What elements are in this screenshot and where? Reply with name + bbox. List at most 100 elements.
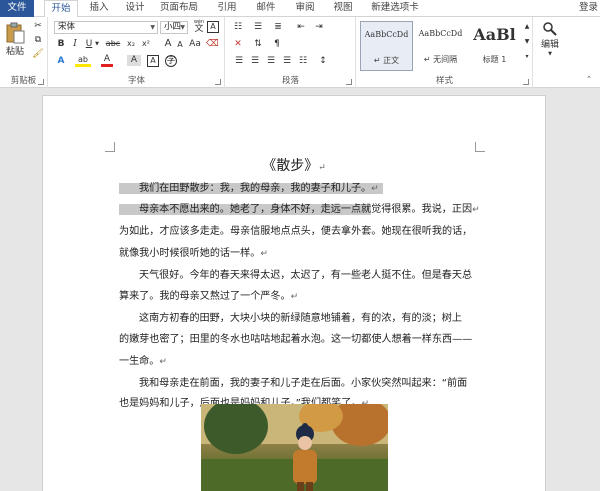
decrease-indent-icon[interactable]: ⇤ xyxy=(294,21,308,33)
margin-corner-top-left xyxy=(105,142,115,152)
subscript-button[interactable]: x₂ xyxy=(125,38,137,50)
superscript-button[interactable]: x² xyxy=(140,38,152,50)
tab-insert[interactable]: 插入 xyxy=(84,0,114,17)
line-text: 的嫩芽也密了；田里的冬水也咕咕地起着水泡。这一切都使人想着一样东西—— xyxy=(119,334,473,345)
font-launcher[interactable] xyxy=(215,79,221,85)
line-text: 为如此，才应该多走走。母亲信服地点点头，便去拿外套。她现在很听我的话， xyxy=(119,226,473,237)
text-line[interactable]: 这南方初春的田野，大块小块的新绿随意地铺着，有的浓，有的淡；树上 xyxy=(119,311,462,326)
increase-indent-icon[interactable]: ⇥ xyxy=(312,21,326,33)
document-area[interactable]: 《散步》↵ 我们在田野散步：我，我的母亲，我的妻子和儿子。↵ 母亲本不愿出来的。… xyxy=(0,89,600,491)
gallery-up-icon[interactable]: ▲ xyxy=(523,21,531,33)
style-name: ↵ 无间隔 xyxy=(423,55,458,64)
tab-new[interactable]: 新建选项卡 xyxy=(366,0,424,17)
char-border-button[interactable]: A xyxy=(147,55,159,67)
clipboard-launcher[interactable] xyxy=(38,79,44,85)
paste-label: 粘贴 xyxy=(5,47,24,57)
clear-formatting-icon[interactable]: ⌫ xyxy=(206,38,219,50)
document-title[interactable]: 《散步》↵ xyxy=(43,155,545,175)
login-link[interactable]: 登录 xyxy=(579,0,598,16)
ribbon: 粘贴 ✂ ⧉ 🖌 剪贴板 宋体 ▼ 小四 ▼ wén 文 A B I U ▼ abc … xyxy=(0,17,600,88)
show-marks-icon[interactable]: ¶ xyxy=(270,38,284,50)
text-line[interactable]: 为如此，才应该多走走。母亲信服地点点头，便去拿外套。她现在很听我的话， xyxy=(119,224,472,239)
sort-icon[interactable]: ⇅ xyxy=(250,38,266,50)
font-color-button[interactable]: A xyxy=(101,55,113,67)
enclose-char-button[interactable]: 字 xyxy=(165,55,177,67)
line-text: 算来了。我的母亲又熬过了一个严冬。 xyxy=(119,291,291,302)
text-line[interactable]: 我和母亲走在前面，我的妻子和儿子走在后面。小家伙突然叫起来：“前面 xyxy=(119,376,467,391)
text-line[interactable]: 一生命。↵ xyxy=(119,354,167,369)
text-line[interactable]: 就像我小时候很听她的话一样。↵ xyxy=(119,246,268,261)
style-no-spacing[interactable]: AaBbCcDd ↵ 无间隔 xyxy=(414,21,467,71)
style-preview: AaBl xyxy=(473,25,516,44)
highlight-button[interactable]: ab xyxy=(75,55,91,67)
font-name-select[interactable]: 宋体 ▼ xyxy=(54,21,158,34)
document-title-text: 《散步》 xyxy=(262,158,319,174)
collapse-ribbon-icon[interactable]: ⌃ xyxy=(584,73,594,85)
tab-review[interactable]: 审阅 xyxy=(290,0,320,17)
editing-label: 编辑 xyxy=(540,40,559,50)
italic-button[interactable]: I xyxy=(70,38,80,50)
distributed-icon[interactable]: ☷ xyxy=(296,55,310,67)
paragraph-group-label: 段落 xyxy=(281,76,299,86)
gallery-more-icon[interactable]: ▾ xyxy=(523,51,531,63)
paragraph-mark: ↵ xyxy=(159,357,167,367)
selected-text: 母亲本不愿出来的。她老了，身体不好，走远一点就 xyxy=(119,204,372,215)
char-shading-button[interactable]: A xyxy=(127,55,141,66)
style-preview: AaBbCcDd xyxy=(364,30,409,39)
cut-icon[interactable]: ✂ xyxy=(32,20,44,32)
align-right-icon[interactable]: ☰ xyxy=(264,55,278,67)
bullets-icon[interactable]: ☷ xyxy=(230,21,246,33)
document-photo[interactable] xyxy=(201,404,388,491)
align-left-icon[interactable]: ☰ xyxy=(232,55,246,67)
text-line[interactable]: 算来了。我的母亲又熬过了一个严冬。↵ xyxy=(119,289,298,304)
style-heading-1[interactable]: AaBl 标题 1 xyxy=(468,21,521,71)
font-size-select[interactable]: 小四 ▼ xyxy=(160,21,188,34)
editing-button[interactable]: 编辑 ▼ xyxy=(536,21,564,57)
style-name: ↵ 正文 xyxy=(373,56,400,65)
text-effects-button[interactable]: A xyxy=(55,55,67,67)
tab-references[interactable]: 引用 xyxy=(212,0,242,17)
margin-corner-top-right xyxy=(475,142,485,152)
line-text: 天气很好。今年的春天来得太迟，太迟了，有一些老人挺不住。但是春天总 xyxy=(139,270,473,281)
find-icon xyxy=(543,22,557,36)
tab-layout[interactable]: 页面布局 xyxy=(155,0,203,17)
bold-button[interactable]: B xyxy=(56,38,66,50)
tab-home[interactable]: 开始 xyxy=(44,0,78,18)
paste-icon xyxy=(6,22,25,44)
grow-font-button[interactable]: A xyxy=(162,38,174,50)
justify-icon[interactable]: ☰ xyxy=(280,55,294,67)
tab-view[interactable]: 视图 xyxy=(328,0,358,17)
tab-design[interactable]: 设计 xyxy=(120,0,150,17)
text-line[interactable]: 我们在田野散步：我，我的母亲，我的妻子和儿子。↵ xyxy=(119,181,383,196)
format-painter-icon[interactable]: 🖌 xyxy=(32,48,44,60)
styles-group: AaBbCcDd ↵ 正文 AaBbCcDd ↵ 无间隔 AaBl 标题 1 ▲… xyxy=(357,17,533,88)
phonetic-guide-button[interactable]: wén 文 xyxy=(192,20,206,34)
shrink-font-button[interactable]: A xyxy=(175,39,185,51)
multilevel-list-icon[interactable]: ≣ xyxy=(270,21,286,33)
text-line[interactable]: 的嫩芽也密了；田里的冬水也咕咕地起着水泡。这一切都使人想着一样东西—— xyxy=(119,332,472,347)
change-case-button[interactable]: Aa xyxy=(187,38,203,50)
document-page[interactable]: 《散步》↵ 我们在田野散步：我，我的母亲，我的妻子和儿子。↵ 母亲本不愿出来的。… xyxy=(42,95,546,491)
gallery-down-icon[interactable]: ▼ xyxy=(523,36,531,48)
styles-launcher[interactable] xyxy=(523,79,529,85)
numbering-icon[interactable]: ☰ xyxy=(250,21,266,33)
photo-child-in-park xyxy=(201,404,388,491)
paste-button[interactable]: 粘贴 xyxy=(4,21,26,61)
line-spacing-icon[interactable]: ↕ xyxy=(316,55,330,67)
font-size-value: 小四 xyxy=(164,22,182,32)
chinese-layout-icon[interactable]: ✕ xyxy=(230,38,246,50)
tab-file[interactable]: 文件 xyxy=(0,0,34,17)
text-line[interactable]: 天气很好。今年的春天来得太迟，太迟了，有一些老人挺不住。但是春天总 xyxy=(119,268,472,283)
tab-mailings[interactable]: 邮件 xyxy=(251,0,281,17)
enclose-characters-button[interactable]: A xyxy=(207,21,219,33)
underline-button[interactable]: U xyxy=(84,38,94,50)
style-normal[interactable]: AaBbCcDd ↵ 正文 xyxy=(360,21,413,71)
strikethrough-button[interactable]: abc xyxy=(104,38,122,50)
text-line[interactable]: 母亲本不愿出来的。她老了，身体不好，走远一点就觉得很累。我说，正因↵ xyxy=(119,202,480,217)
font-group: 宋体 ▼ 小四 ▼ wén 文 A B I U ▼ abc x₂ x² A A Aa … xyxy=(49,17,225,88)
chevron-down-icon[interactable]: ▼ xyxy=(94,38,100,50)
copy-icon[interactable]: ⧉ xyxy=(32,34,44,46)
align-center-icon[interactable]: ☰ xyxy=(248,55,262,67)
font-group-label: 字体 xyxy=(127,76,145,86)
paragraph-launcher[interactable] xyxy=(346,79,352,85)
